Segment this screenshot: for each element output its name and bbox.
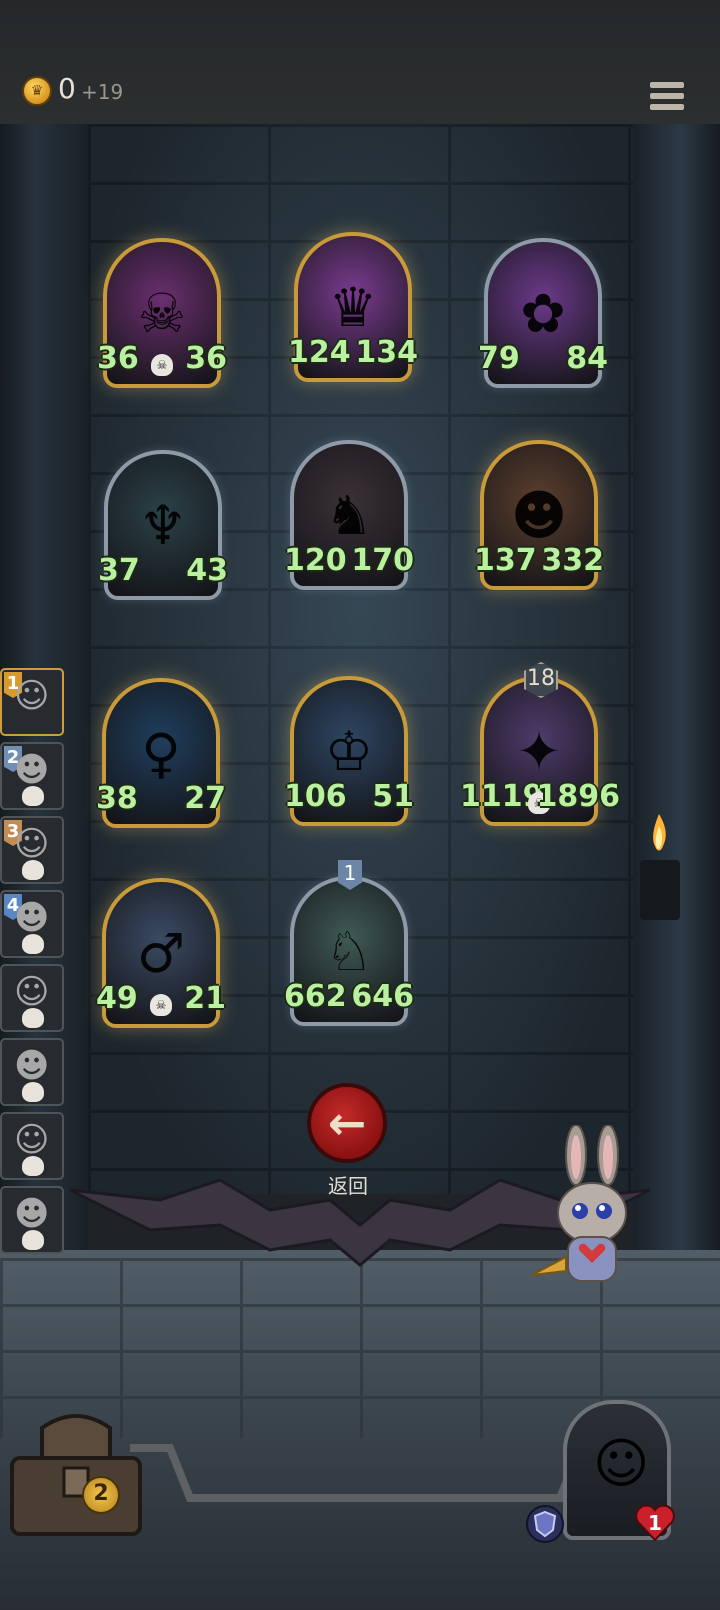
roster-item[interactable]: ☻ [0, 1038, 64, 1106]
skull-icon [22, 934, 44, 954]
attack-value: 124 [288, 335, 351, 370]
roster-item[interactable]: 2 ☻ [0, 742, 64, 810]
arrow-left-icon: ← [327, 1096, 367, 1150]
pirate-face-icon: ☻ [14, 1194, 50, 1234]
hero-card[interactable]: ♀ 38 27 [96, 678, 226, 828]
roster-item[interactable]: 4 ☻ [0, 890, 64, 958]
attack-value: 38 [96, 781, 138, 816]
attack-value: 49 [96, 981, 138, 1016]
knight-face-icon: ☺ [14, 1120, 50, 1160]
bunny-mascot-icon[interactable] [532, 1125, 644, 1295]
hero-card[interactable]: ♛ 124 134 [288, 232, 418, 382]
skull-icon [22, 1082, 44, 1102]
skull-icon: ☠ [151, 354, 173, 376]
ghost-face-icon: ☻ [14, 1046, 50, 1086]
attack-value: 137 [474, 543, 537, 578]
health-value: 646 [351, 979, 414, 1014]
wizard-face-icon: ☺ [14, 676, 50, 716]
health-value: 43 [186, 553, 228, 588]
attack-value: 36 [97, 341, 139, 376]
roster-list: 1 ☺ 2 ☻ 3 ☺ 4 ☻ ☺ ☻ ☺ ☻ [0, 668, 70, 1260]
health-value: 21 [184, 981, 226, 1016]
health-value: 1896 [536, 779, 621, 814]
health-value: 332 [541, 543, 604, 578]
coin-count: 0 [58, 72, 76, 105]
treasure-chest-icon[interactable] [6, 1408, 146, 1538]
skull-icon [22, 786, 44, 806]
attack-value: 120 [284, 543, 347, 578]
torch-holder [640, 860, 680, 920]
health-value: 134 [355, 335, 418, 370]
right-pillar [633, 124, 720, 1254]
hero-card[interactable]: ♂ 49 ☠ 21 [96, 878, 226, 1028]
health-value: 170 [351, 543, 414, 578]
wizard-face-icon: ☺ [593, 1432, 650, 1495]
hero-card[interactable]: ♞ 120 170 [284, 440, 414, 590]
hooded-face-icon: ☺ [14, 824, 50, 864]
top-bar: ♛ 0 +19 [0, 0, 720, 126]
torch-flame-icon [653, 814, 666, 851]
skull-icon [22, 860, 44, 880]
attack-value: 106 [284, 779, 347, 814]
hero-card[interactable]: ☻ 137 332 [474, 440, 604, 590]
back-button[interactable]: ← [307, 1083, 387, 1163]
hero-card[interactable]: ✦ 18 1119 ☠ 1896 [460, 662, 620, 826]
roster-item[interactable]: ☺ [0, 964, 64, 1032]
goblin-face-icon: ☻ [14, 898, 50, 938]
hero-card[interactable]: ♘ 1 662 646 [284, 860, 414, 1026]
chest-count: 2 [82, 1476, 120, 1514]
attack-value: 37 [98, 553, 140, 588]
roster-item[interactable]: ☺ [0, 1112, 64, 1180]
beast-face-icon: ☻ [14, 750, 50, 790]
roster-item[interactable]: 3 ☺ [0, 816, 64, 884]
hero-card[interactable]: ✿ 79 84 [478, 238, 608, 388]
hero-card[interactable]: ☠ 36 ☠ 36 [97, 238, 227, 388]
heart-count: 1 [648, 1511, 662, 1535]
hero-card[interactable]: ♔ 106 51 [284, 676, 414, 826]
rail-track [130, 1444, 600, 1502]
shield-icon[interactable] [526, 1504, 564, 1544]
skull-icon [22, 1008, 44, 1028]
coin-delta: +19 [81, 80, 124, 104]
skull-icon: ☠ [150, 994, 172, 1016]
hero-card[interactable]: ♆ 37 43 [98, 450, 228, 600]
hamburger-menu-icon[interactable] [650, 82, 684, 114]
attack-value: 79 [478, 341, 520, 376]
back-label: 返回 [328, 1174, 368, 1198]
crown-coin-icon: ♛ [22, 76, 52, 106]
attack-value: 662 [284, 979, 347, 1014]
rogue-face-icon: ☺ [14, 972, 50, 1012]
roster-item[interactable]: 1 ☺ [0, 668, 64, 736]
skull-icon [22, 1230, 44, 1250]
roster-item[interactable]: ☻ [0, 1186, 64, 1254]
skull-icon [22, 1156, 44, 1176]
health-value: 36 [185, 341, 227, 376]
health-value: 84 [566, 341, 608, 376]
health-value: 51 [372, 779, 414, 814]
health-value: 27 [184, 781, 226, 816]
